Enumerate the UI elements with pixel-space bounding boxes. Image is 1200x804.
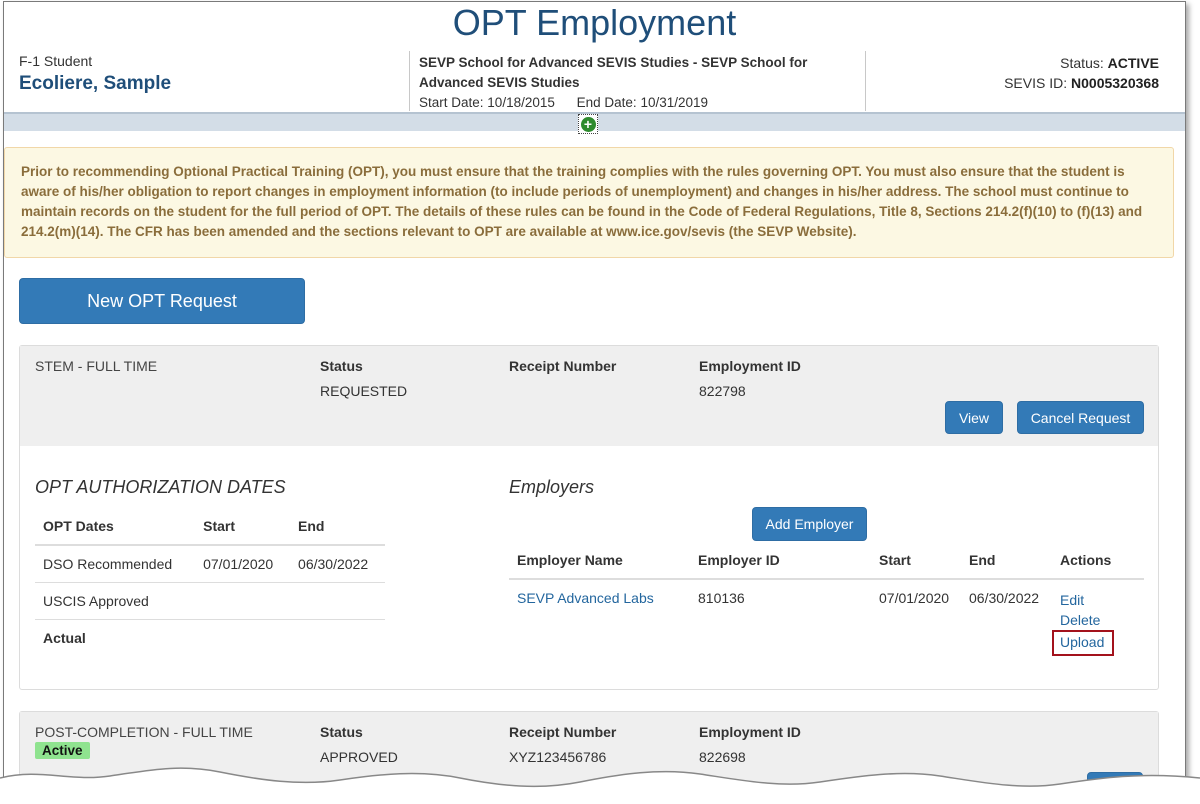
delete-link[interactable]: Delete: [1060, 612, 1100, 628]
auth-header-start: Start: [195, 508, 291, 546]
school-dates: Start Date: 10/18/2015 End Date: 10/31/2…: [419, 93, 865, 113]
emp-header-name: Employer Name: [509, 541, 690, 580]
status-value: ACTIVE: [1107, 55, 1159, 71]
employers-title: Employers: [509, 477, 595, 497]
auth-cell: [195, 620, 290, 657]
emp-header-actions: Actions: [1052, 541, 1144, 580]
opt-request-header: STEM - FULL TIME Status REQUESTED Receip…: [20, 346, 1158, 446]
auth-cell: [290, 582, 385, 620]
table-row: SEVP Advanced Labs 810136 07/01/2020 06/…: [509, 579, 1144, 666]
auth-cell: DSO Recommended: [35, 545, 196, 583]
expand-header-button[interactable]: +: [578, 114, 598, 134]
upload-highlight-box: Upload: [1052, 630, 1115, 656]
status-info: Status: ACTIVE SEVIS ID: N0005320368: [1004, 53, 1159, 93]
school-info: SEVP School for Advanced SEVIS Studies -…: [409, 51, 866, 111]
opt-type: POST-COMPLETION - FULL TIME: [35, 724, 253, 740]
auth-header-end: End: [290, 508, 385, 546]
auth-cell: Actual: [43, 630, 86, 647]
table-row: DSO Recommended 07/01/2020 06/30/2022: [35, 545, 385, 583]
table-row: USCIS Approved: [35, 582, 385, 620]
student-name: Ecoliere, Sample: [19, 73, 172, 94]
auth-cell: 07/01/2020: [195, 545, 291, 583]
school-name: SEVP School for Advanced SEVIS Studies -…: [419, 55, 808, 90]
auth-cell: [290, 620, 385, 657]
auth-cell: [195, 582, 291, 620]
edit-link[interactable]: Edit: [1060, 592, 1084, 608]
opt-type: STEM - FULL TIME: [35, 358, 158, 374]
opt-employment-window: OPT Employment F-1 Student Ecoliere, Sam…: [3, 1, 1186, 791]
employer-start: 07/01/2020: [879, 590, 950, 606]
opt-notice-alert: Prior to recommending Optional Practical…: [4, 147, 1174, 258]
status-column-label: Status: [320, 724, 363, 740]
cancel-request-button[interactable]: Cancel Request: [1017, 401, 1144, 434]
request-status: REQUESTED: [320, 383, 408, 399]
auth-header-opt-dates: OPT Dates: [35, 508, 196, 546]
student-type: F-1 Student: [19, 53, 93, 69]
sevis-id: N0005320368: [1071, 75, 1159, 91]
employer-id: 810136: [698, 590, 745, 606]
employment-id: 822798: [699, 383, 746, 399]
sevis-id-label: SEVIS ID:: [1004, 75, 1068, 91]
receipt-number-label: Receipt Number: [509, 358, 617, 374]
upload-link[interactable]: Upload: [1060, 634, 1104, 650]
employer-name-link[interactable]: SEVP Advanced Labs: [517, 590, 654, 606]
torn-edge-decoration: [0, 767, 1200, 804]
emp-header-end: End: [961, 541, 1052, 580]
employer-actions: Edit Delete Upload: [1052, 579, 1144, 666]
auth-dates-title: OPT AUTHORIZATION DATES: [35, 477, 286, 497]
employment-id-label: Employment ID: [699, 724, 801, 740]
receipt-number-label: Receipt Number: [509, 724, 617, 740]
employers-table: Employer Name Employer ID Start End Acti…: [509, 541, 1144, 666]
opt-request-card: STEM - FULL TIME Status REQUESTED Receip…: [19, 345, 1159, 690]
auth-dates-table: OPT Dates Start End DSO Recommended 07/0…: [35, 508, 385, 657]
view-button[interactable]: View: [945, 401, 1003, 434]
status-label: Status:: [1060, 55, 1104, 71]
start-date-label: Start Date:: [419, 95, 484, 110]
active-badge: Active: [35, 742, 90, 759]
end-date: 10/31/2019: [640, 95, 709, 110]
start-date: 10/18/2015: [487, 95, 555, 110]
emp-header-start: Start: [871, 541, 961, 580]
new-opt-request-button[interactable]: New OPT Request: [19, 278, 305, 324]
auth-cell: USCIS Approved: [35, 582, 196, 620]
plus-circle-icon: +: [580, 116, 596, 132]
emp-header-id: Employer ID: [690, 541, 871, 580]
status-column-label: Status: [320, 358, 363, 374]
table-row: Actual: [35, 620, 385, 657]
page-title: OPT Employment: [452, 2, 737, 43]
employer-end: 06/30/2022: [969, 590, 1040, 606]
add-employer-button[interactable]: Add Employer: [752, 507, 867, 541]
auth-cell: 06/30/2022: [290, 545, 385, 583]
employment-id-label: Employment ID: [699, 358, 801, 374]
end-date-label: End Date:: [576, 95, 637, 110]
